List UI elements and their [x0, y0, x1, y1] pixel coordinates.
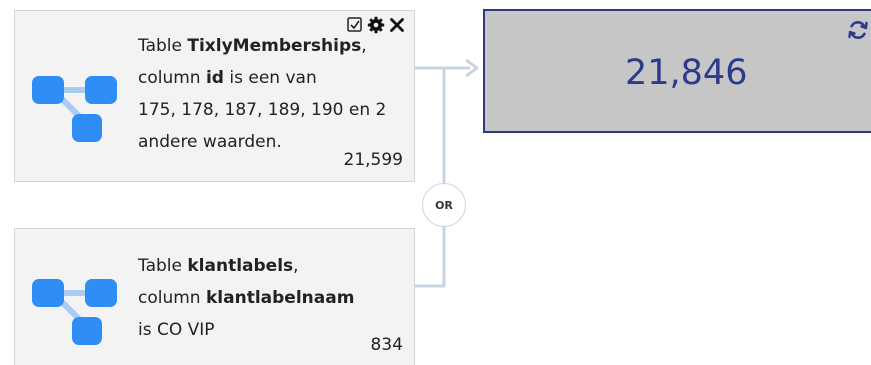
or-operator-badge[interactable]: OR: [422, 183, 466, 227]
refresh-icon[interactable]: [847, 19, 869, 41]
result-box: 21,846: [483, 9, 871, 133]
result-count: 21,846: [625, 53, 748, 93]
